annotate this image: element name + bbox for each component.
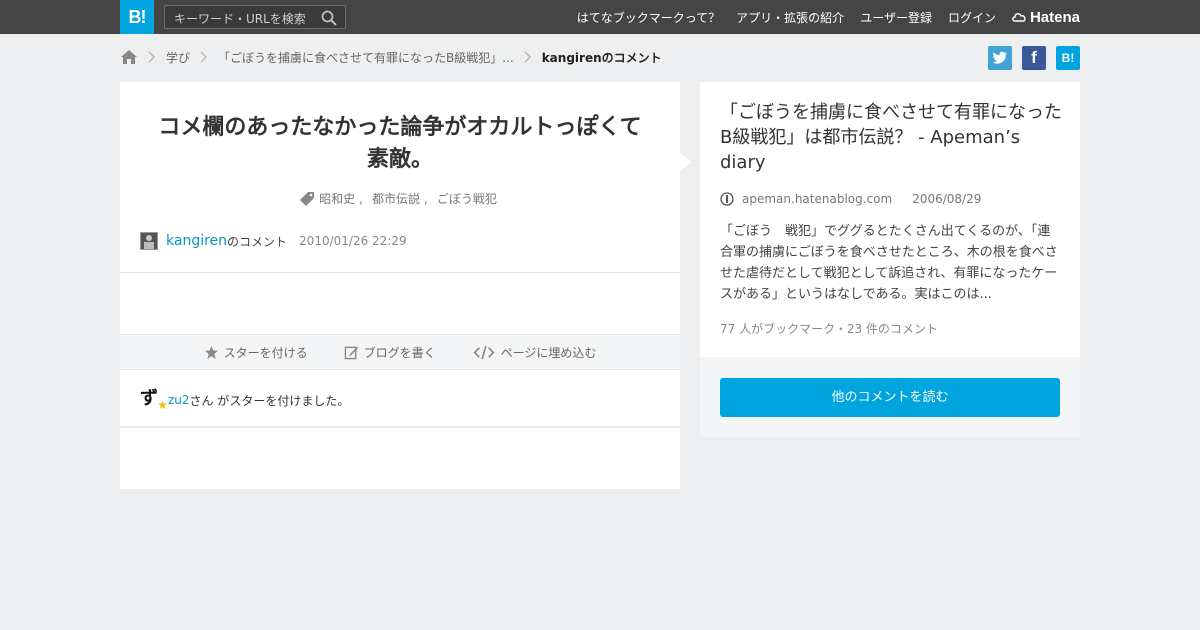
edit-icon xyxy=(344,346,358,359)
chevron-right-icon xyxy=(200,51,208,63)
site-icon xyxy=(720,192,734,206)
facebook-share-button[interactable]: f xyxy=(1022,46,1046,70)
star-user-link[interactable]: zu2 xyxy=(168,393,190,407)
search-placeholder: キーワード・URLを検索 xyxy=(174,12,306,26)
add-star-label: スターを付ける xyxy=(223,345,308,360)
hatena-brand-link[interactable]: Hatena xyxy=(1012,9,1080,26)
top-nav: はてなブックマークって？ アプリ・拡張の紹介 ユーザー登録 ログイン Haten… xyxy=(561,0,1080,34)
comment-author: kangiren のコメント 2010/01/26 22:29 xyxy=(140,232,407,250)
tag-list: 昭和史, 都市伝説, ごぼう戦犯 xyxy=(120,190,680,207)
action-bar: スターを付ける ブログを書く ページに埋め込む xyxy=(120,334,680,370)
star-avatar-char: ず xyxy=(140,388,158,409)
avatar[interactable] xyxy=(140,232,158,250)
author-suffix: のコメント xyxy=(227,234,288,249)
add-star-button[interactable]: スターを付ける xyxy=(204,344,308,361)
entry-title[interactable]: 「ごぼうを捕虜に食べさせて有罪になったB級戦犯」は都市伝説？ - Apeman’… xyxy=(720,100,1062,175)
author-link[interactable]: kangiren xyxy=(166,233,227,249)
star-user-avatar[interactable]: ず ★ xyxy=(140,388,168,412)
hatena-brand-text: Hatena xyxy=(1029,8,1080,26)
hatena-cloud-icon xyxy=(1012,13,1026,22)
tag-item[interactable]: 都市伝説 xyxy=(372,190,420,207)
divider xyxy=(120,272,680,273)
tag-item[interactable]: 昭和史 xyxy=(319,190,355,207)
star-notice: ず ★ zu2 さん がスターを付けました。 xyxy=(140,388,349,412)
nav-login[interactable]: ログイン xyxy=(948,9,996,26)
nav-register[interactable]: ユーザー登録 xyxy=(860,9,932,26)
comment-text: コメ欄のあったなかった論争がオカルトっぽくて素敵。 xyxy=(158,115,642,172)
card-pointer xyxy=(680,152,691,172)
twitter-icon xyxy=(992,51,1007,64)
entry-summary-panel: 「ごぼうを捕虜に食べさせて有罪になったB級戦犯」は都市伝説？ - Apeman’… xyxy=(700,82,1080,357)
star-icon xyxy=(204,345,218,359)
breadcrumb-current: kangirenのコメント xyxy=(541,50,662,65)
star-notice-text: さん がスターを付けました。 xyxy=(189,393,350,408)
code-icon xyxy=(473,345,495,359)
write-blog-button[interactable]: ブログを書く xyxy=(344,344,436,361)
breadcrumb-entry[interactable]: 「ごぼうを捕虜に食べさせて有罪になったB級戦犯」... xyxy=(218,49,514,66)
entry-meta: apeman.hatenablog.com 2006/08/29 xyxy=(720,192,981,206)
star-badge-icon: ★ xyxy=(157,398,168,412)
hatena-share-button[interactable]: B! xyxy=(1056,46,1080,70)
hatena-bookmark-logo[interactable]: B! xyxy=(120,0,154,34)
chevron-right-icon xyxy=(524,51,532,63)
tag-icon xyxy=(300,191,315,206)
nav-apps[interactable]: アプリ・拡張の紹介 xyxy=(736,9,844,26)
entry-card: 「ごぼうを捕虜に食べさせて有罪になったB級戦犯」は都市伝説？ - Apeman’… xyxy=(700,82,1080,437)
comment-date[interactable]: 2010/01/26 22:29 xyxy=(299,234,407,248)
embed-label: ページに埋め込む xyxy=(500,345,597,360)
entry-domain[interactable]: apeman.hatenablog.com xyxy=(742,192,892,206)
embed-button[interactable]: ページに埋め込む xyxy=(472,344,597,361)
search-icon[interactable] xyxy=(321,10,337,26)
entry-summary: 「ごぼう 戦犯」でググるとたくさん出てくるのが、「連合軍の捕虜にごぼうを食べさせ… xyxy=(720,224,1058,302)
tag-separator: , xyxy=(424,191,428,206)
divider xyxy=(120,426,680,428)
write-blog-label: ブログを書く xyxy=(363,345,436,360)
search-input[interactable]: キーワード・URLを検索 xyxy=(164,5,346,29)
breadcrumb-category[interactable]: 学び xyxy=(166,49,190,66)
entry-date: 2006/08/29 xyxy=(912,192,982,206)
read-other-comments-button[interactable]: 他のコメントを読む xyxy=(720,378,1060,417)
entry-stats[interactable]: 77 人がブックマーク・23 件のコメント xyxy=(720,320,938,337)
breadcrumb: 学び 「ごぼうを捕虜に食べさせて有罪になったB級戦犯」... kangirenの… xyxy=(120,46,662,68)
chevron-right-icon xyxy=(148,51,156,63)
home-icon[interactable] xyxy=(120,49,138,65)
tag-separator: , xyxy=(359,191,363,206)
share-buttons: f B! xyxy=(978,46,1080,70)
top-bar: B! キーワード・URLを検索 はてなブックマークって？ アプリ・拡張の紹介 ユ… xyxy=(0,0,1200,34)
nav-about[interactable]: はてなブックマークって？ xyxy=(577,9,720,26)
twitter-share-button[interactable] xyxy=(988,46,1012,70)
tag-item[interactable]: ごぼう戦犯 xyxy=(437,190,497,207)
comment-card: コメ欄のあったなかった論争がオカルトっぽくて素敵。 昭和史, 都市伝説, ごぼう… xyxy=(120,82,680,489)
